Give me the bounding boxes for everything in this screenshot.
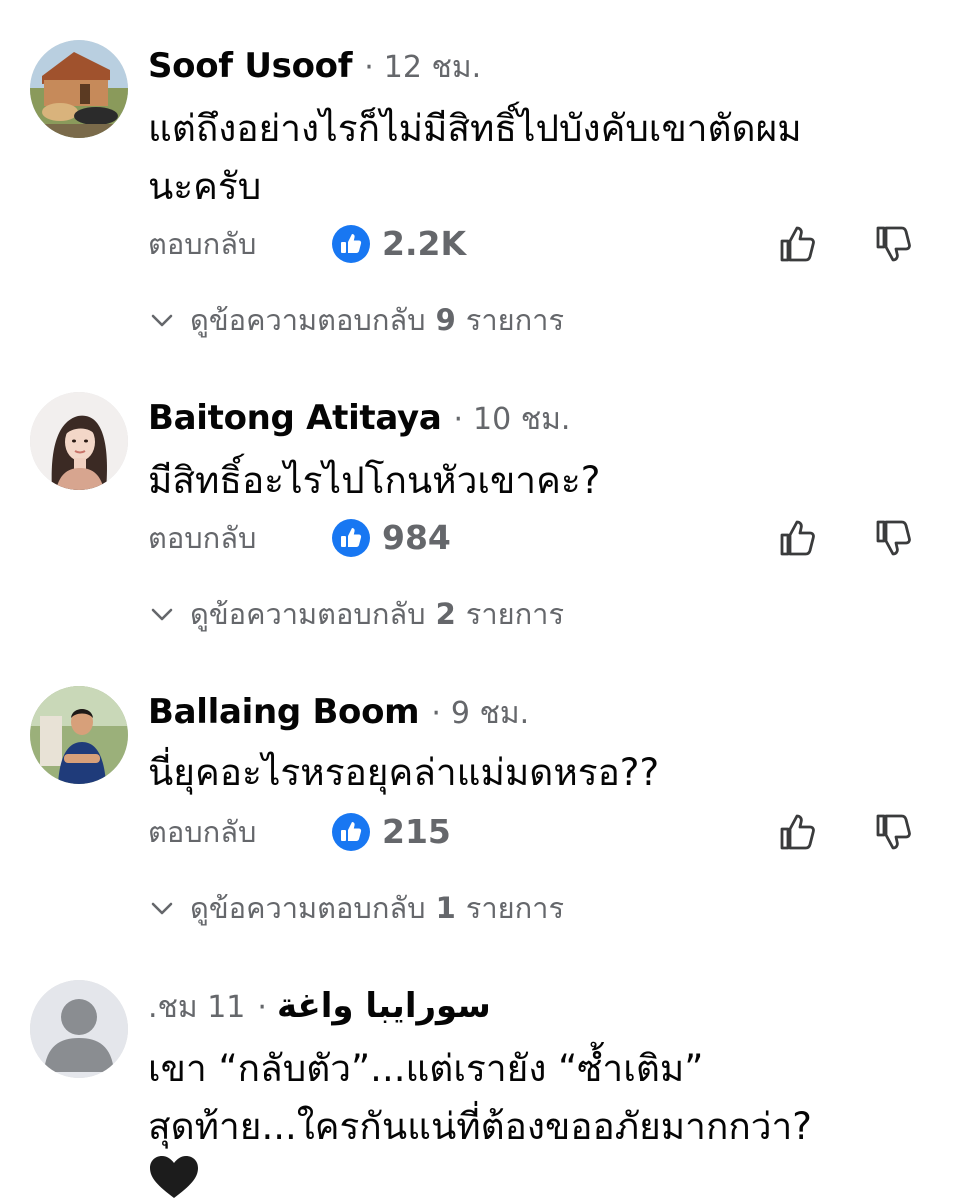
comment-text: เขา “กลับตัว”...แต่เรายัง “ซ้ำเติม” สุดท… <box>148 1040 928 1156</box>
timestamp[interactable]: 10 ชม. <box>473 396 570 443</box>
default-avatar-icon <box>30 980 128 1078</box>
comment-header: Soof Usoof · 12 ชม. <box>148 44 481 91</box>
reply-count: 1 <box>435 891 456 925</box>
timestamp[interactable]: .ชม 11 <box>148 984 245 1031</box>
reply-button[interactable]: ตอบกลับ <box>148 516 256 560</box>
comment-actions: ตอบกลับ 2.2K <box>148 222 928 266</box>
separator-dot: · <box>257 990 267 1025</box>
thumb-up-icon[interactable] <box>776 222 820 266</box>
separator-dot: · <box>364 50 374 85</box>
avatar-default[interactable] <box>30 980 128 1078</box>
author-name[interactable]: Ballaing Boom <box>148 692 420 732</box>
comment-text-line: แต่ถึงอย่างไรก็ไม่มีสิทธิ์ไปบังคับเขาตัด… <box>148 107 802 150</box>
comment-actions: ตอบกลับ 984 <box>148 516 928 560</box>
comment-actions: ตอบกลับ 215 <box>148 810 928 854</box>
comment-header: .ชม 11 · سورايبا واغة <box>148 984 491 1031</box>
author-name[interactable]: Soof Usoof <box>148 46 353 86</box>
view-replies-suffix: รายการ <box>465 303 565 337</box>
comment-header: Baitong Atitaya · 10 ชม. <box>148 396 570 443</box>
view-replies-link[interactable]: ดูข้อความตอบกลับ 2 รายการ <box>148 594 564 634</box>
like-badge-icon[interactable] <box>332 813 370 851</box>
avatar-photo-woman <box>30 392 128 490</box>
avatar-ballaing-boom[interactable] <box>30 686 128 784</box>
comment-text-line: มีสิทธิ์อะไรไปโกนหัวเขาคะ? <box>148 459 601 502</box>
author-name[interactable]: سورايبا واغة <box>277 986 491 1026</box>
avatar-soof-usoof[interactable] <box>30 40 128 138</box>
separator-dot: · <box>453 402 464 437</box>
avatar-photo-barn <box>30 40 128 138</box>
reply-button[interactable]: ตอบกลับ <box>148 810 256 854</box>
like-count[interactable]: 215 <box>382 810 451 854</box>
timestamp[interactable]: 12 ชม. <box>384 44 481 91</box>
avatar-photo-man <box>30 686 128 784</box>
chevron-down-icon <box>151 902 173 915</box>
black-heart-icon <box>150 1156 198 1198</box>
chevron-down-icon <box>151 314 173 327</box>
view-replies-suffix: รายการ <box>465 597 565 631</box>
view-replies-suffix: รายการ <box>465 891 565 925</box>
comment-text: มีสิทธิ์อะไรไปโกนหัวเขาคะ? <box>148 452 928 510</box>
reply-count: 9 <box>435 303 456 337</box>
thumb-down-icon[interactable] <box>872 516 916 560</box>
view-replies-prefix: ดูข้อความตอบกลับ <box>190 597 426 631</box>
comment-text-line: สุดท้าย...ใครกันแน่ที่ต้องขออภัยมากกว่า? <box>148 1105 812 1148</box>
thumb-down-icon[interactable] <box>872 222 916 266</box>
chevron-down-icon <box>151 608 173 621</box>
comment-text: แต่ถึงอย่างไรก็ไม่มีสิทธิ์ไปบังคับเขาตัด… <box>148 100 928 216</box>
avatar-baitong-atitaya[interactable] <box>30 392 128 490</box>
like-badge-icon[interactable] <box>332 519 370 557</box>
view-replies-prefix: ดูข้อความตอบกลับ <box>190 303 426 337</box>
timestamp[interactable]: 9 ชม. <box>451 690 529 737</box>
thumb-up-icon[interactable] <box>776 810 820 854</box>
view-replies-prefix: ดูข้อความตอบกลับ <box>190 891 426 925</box>
reply-count: 2 <box>435 597 456 631</box>
comment-text-line: นะครับ <box>148 165 262 208</box>
view-replies-link[interactable]: ดูข้อความตอบกลับ 1 รายการ <box>148 888 564 928</box>
view-replies-link[interactable]: ดูข้อความตอบกลับ 9 รายการ <box>148 300 564 340</box>
thumb-up-icon[interactable] <box>776 516 820 560</box>
comment-header: Ballaing Boom · 9 ชม. <box>148 690 529 737</box>
comment-text-line: นี่ยุคอะไรหรอยุคล่าแม่มดหรอ?? <box>148 751 660 794</box>
like-count[interactable]: 2.2K <box>382 222 466 266</box>
reply-button[interactable]: ตอบกลับ <box>148 222 256 266</box>
separator-dot: · <box>431 696 441 731</box>
comment-text: นี่ยุคอะไรหรอยุคล่าแม่มดหรอ?? <box>148 744 928 802</box>
like-count[interactable]: 984 <box>382 516 451 560</box>
like-badge-icon[interactable] <box>332 225 370 263</box>
thumb-down-icon[interactable] <box>872 810 916 854</box>
author-name[interactable]: Baitong Atitaya <box>148 398 442 438</box>
comment-text-line: เขา “กลับตัว”...แต่เรายัง “ซ้ำเติม” <box>148 1047 704 1090</box>
